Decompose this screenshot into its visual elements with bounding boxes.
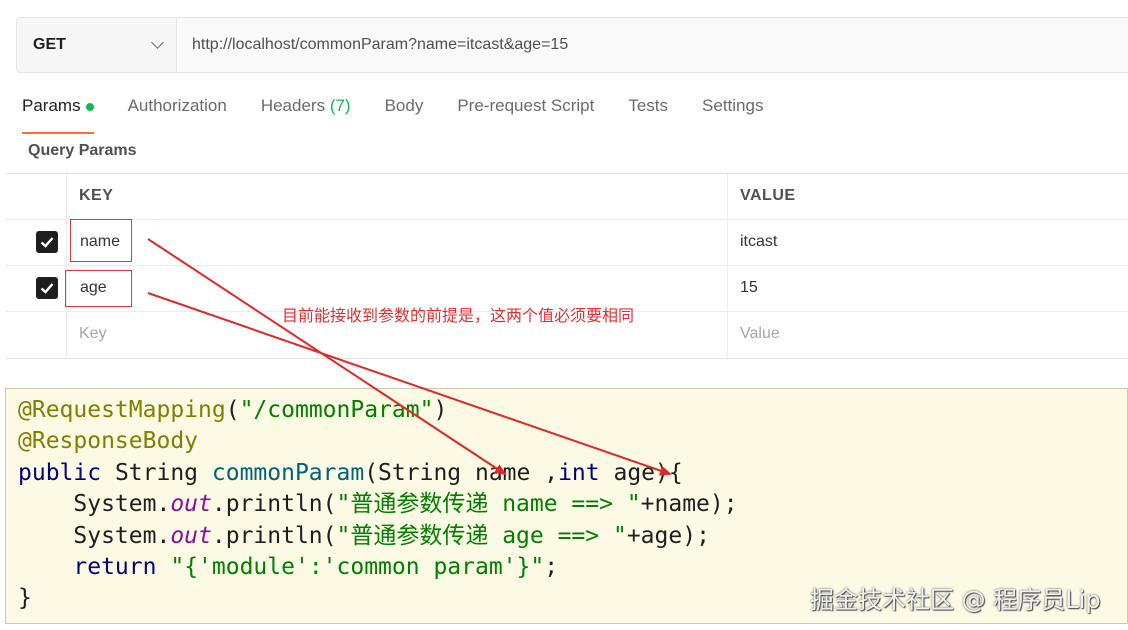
tab-tests[interactable]: Tests	[628, 92, 668, 130]
url-text: http://localhost/commonParam?name=itcast…	[192, 36, 569, 53]
tab-pre-request-script[interactable]: Pre-request Script	[457, 92, 594, 130]
tab-params[interactable]: Params	[22, 92, 94, 134]
watermark: 掘金技术社区 @ 程序员Lip	[810, 586, 1101, 614]
request-tabs: Params Authorization Headers (7) Body Pr…	[22, 92, 797, 134]
query-params-table: KEY VALUE name itcast age 15 Key Value	[5, 173, 1128, 359]
code-token: commonParam	[211, 459, 365, 486]
code-token: +name);	[640, 491, 738, 518]
param-age-checkbox[interactable]	[36, 277, 58, 299]
param-age-value-cell[interactable]: 15	[728, 266, 1128, 311]
code-token: out	[170, 522, 212, 549]
params-active-dot-icon	[85, 102, 94, 111]
code-token: ;	[544, 554, 559, 581]
code-token: }	[18, 585, 32, 612]
key-column-header: KEY	[79, 187, 114, 204]
code-token: @ResponseBody	[18, 428, 199, 455]
value-placeholder: Value	[740, 325, 780, 342]
tab-tests-label: Tests	[628, 96, 669, 115]
code-token: String	[101, 459, 212, 486]
tab-settings-label: Settings	[702, 96, 764, 115]
value-column-header: VALUE	[740, 187, 796, 204]
code-token: System.	[18, 522, 171, 549]
code-token: )	[433, 397, 448, 423]
annotation-text: 目前能接收到参数的前提是，这两个值必须要相同	[282, 306, 635, 325]
url-input[interactable]: http://localhost/commonParam?name=itcast…	[177, 18, 1128, 72]
age-highlight-box	[65, 270, 132, 307]
code-token: System.	[18, 491, 171, 518]
table-row: name itcast	[5, 220, 1128, 266]
checkmark-icon	[40, 283, 54, 294]
code-token: +age);	[626, 522, 710, 549]
method-label: GET	[33, 36, 66, 53]
param-name-value: itcast	[740, 233, 778, 250]
code-token: .println(	[211, 522, 337, 549]
tab-headers-label: Headers	[260, 96, 326, 115]
code-token: age){	[599, 459, 683, 486]
request-bar: GET http://localhost/commonParam?name=it…	[16, 17, 1128, 73]
code-token: .println(	[211, 491, 337, 518]
code-token: (	[225, 397, 240, 423]
tab-authorization-label: Authorization	[127, 96, 227, 115]
chevron-down-icon	[151, 36, 164, 49]
tab-params-label: Params	[22, 96, 81, 115]
headers-count: (7)	[329, 96, 351, 115]
tab-body-label: Body	[384, 96, 424, 115]
code-token: (String name ,	[364, 459, 559, 486]
name-highlight-box	[70, 219, 132, 262]
code-token: "普通参数传递 name ==> "	[336, 491, 641, 518]
param-name-key-cell[interactable]: name	[67, 220, 728, 265]
tab-headers[interactable]: Headers (7)	[261, 92, 351, 130]
tab-settings[interactable]: Settings	[702, 92, 763, 130]
param-name-value-cell[interactable]: itcast	[728, 220, 1128, 265]
code-token: @RequestMapping	[18, 397, 226, 423]
code-token: return	[73, 554, 157, 581]
query-params-title: Query Params	[28, 142, 137, 159]
param-name-checkbox[interactable]	[36, 231, 58, 253]
code-token: "普通参数传递 age ==> "	[336, 522, 627, 549]
tab-authorization[interactable]: Authorization	[128, 92, 227, 130]
tab-pre-request-script-label: Pre-request Script	[457, 96, 595, 115]
key-placeholder: Key	[79, 325, 107, 342]
new-value-input[interactable]: Value	[728, 312, 1128, 357]
param-age-value: 15	[740, 279, 758, 296]
table-header-row: KEY VALUE	[5, 174, 1128, 220]
code-token: public	[18, 459, 102, 486]
method-select[interactable]: GET	[17, 18, 177, 72]
tab-body[interactable]: Body	[385, 92, 424, 130]
checkmark-icon	[40, 237, 54, 248]
code-token: "/commonParam"	[239, 397, 434, 423]
code-token: "{'module':'common param'}"	[170, 554, 545, 581]
code-token: int	[558, 459, 600, 486]
code-token: out	[170, 491, 212, 518]
